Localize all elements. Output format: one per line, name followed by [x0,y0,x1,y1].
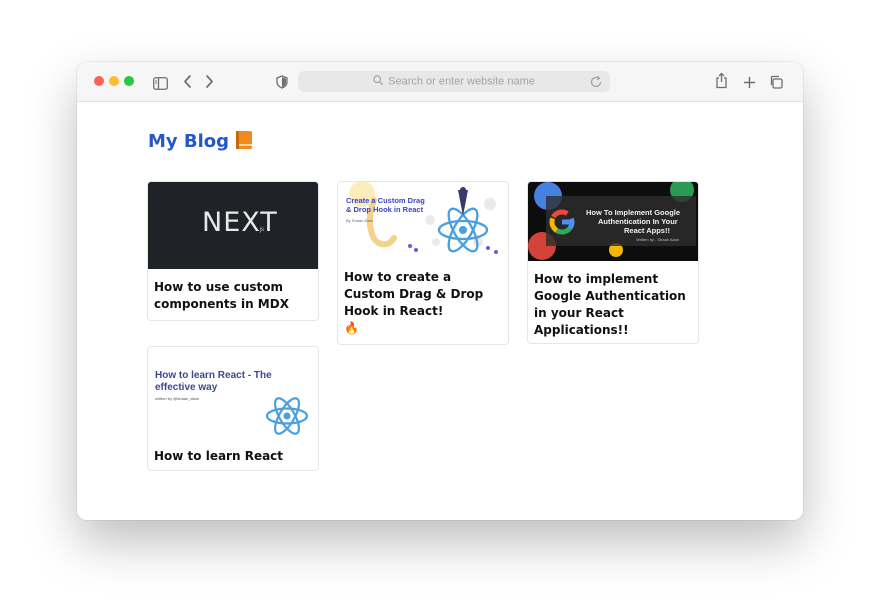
post-thumbnail: NEXT .js [148,182,318,269]
thumb-heading-line1: How to learn React - The [155,370,272,381]
page-title-text: My Blog [148,131,230,152]
thumb-byline: By Shaan Alam [346,218,374,223]
post-title[interactable]: How to create a Custom Drag & Drop Hook … [338,260,508,337]
thumb-byline: written by @shaan_alam [155,396,200,401]
post-title[interactable]: How to use custom components in MDX [148,269,318,313]
address-placeholder: Search or enter website name [388,75,535,88]
search-icon [373,75,383,88]
browser-toolbar: Search or enter website name [77,62,803,102]
page-title: My Blog [148,130,253,152]
post-card[interactable]: How To Implement Google Authentication I… [527,181,699,344]
new-tab-plus-icon[interactable] [743,74,756,93]
reload-icon[interactable] [589,74,603,93]
post-card[interactable]: Create a Custom Drag & Drop Hook in Reac… [337,181,509,345]
post-thumbnail: How To Implement Google Authentication I… [528,182,698,261]
thumb-heading-line1: Create a Custom Drag [346,196,425,205]
post-thumbnail: Create a Custom Drag & Drop Hook in Reac… [338,182,508,260]
page-content: My Blog NEXT .js How to use custom compo… [77,102,803,520]
orange-book-icon [235,130,253,150]
thumb-heading-line1: How To Implement Google [586,208,681,217]
fire-emoji: 🔥 [344,321,359,335]
browser-window: Search or enter website name My Blog NEX… [77,62,803,520]
post-card[interactable]: NEXT .js How to use custom components in… [147,181,319,321]
share-icon[interactable] [715,72,728,93]
post-thumbnail: How to learn React - The effective way w… [148,347,318,439]
post-title[interactable]: How to implement Google Authentication i… [528,261,698,339]
thumb-heading-line2: effective way [155,382,218,393]
post-title[interactable]: How to learn React [148,439,318,465]
forward-chevron-icon[interactable] [205,74,214,93]
sidebar-toggle-icon[interactable] [153,75,168,94]
thumb-heading-line3: React Apps!! [624,226,670,235]
privacy-shield-icon[interactable] [276,74,288,93]
back-chevron-icon[interactable] [183,74,192,93]
zoom-window-button[interactable] [124,76,134,86]
nextjs-logo: NEXT [202,207,278,238]
tab-overview-icon[interactable] [769,74,783,93]
address-bar[interactable]: Search or enter website name [298,71,610,92]
thumb-heading-line2: Authentication In Your [598,217,678,226]
nextjs-logo-suffix: .js [258,227,264,233]
close-window-button[interactable] [94,76,104,86]
post-card[interactable]: How to learn React - The effective way w… [147,346,319,471]
thumb-byline: Written by - Shaan Alam [636,237,680,242]
thumb-heading-line2: & Drop Hook in React [346,205,424,214]
minimize-window-button[interactable] [109,76,119,86]
react-logo-icon [265,397,309,435]
post-title-text: How to create a Custom Drag & Drop Hook … [344,270,484,318]
